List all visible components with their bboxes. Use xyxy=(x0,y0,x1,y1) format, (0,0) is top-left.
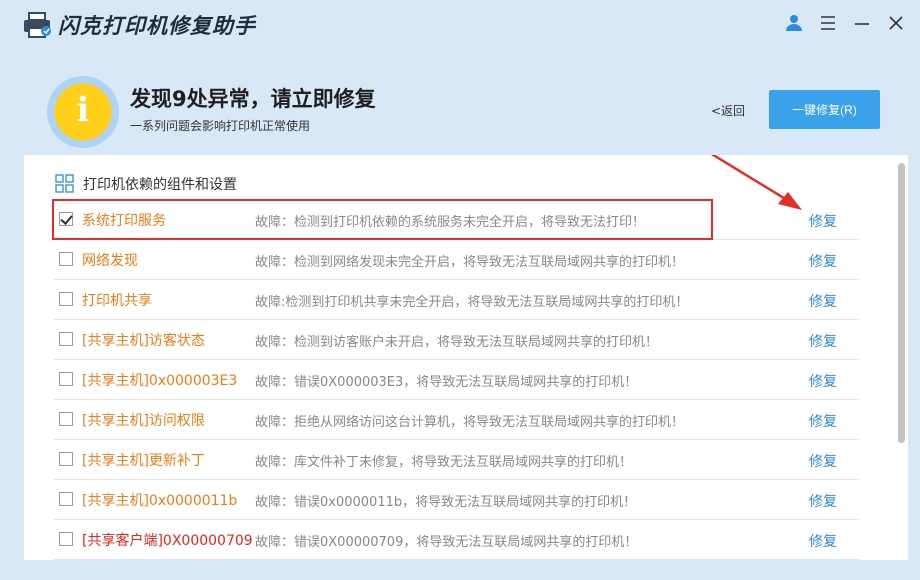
close-icon[interactable] xyxy=(885,12,907,34)
user-icon[interactable] xyxy=(783,12,805,34)
page-title: 发现9处异常，请立即修复 xyxy=(130,87,376,111)
printer-icon xyxy=(22,10,52,40)
back-link[interactable]: <返回 xyxy=(711,102,745,119)
menu-icon[interactable] xyxy=(817,12,839,34)
page-subtitle: 一系列问题会影响打印机正常使用 xyxy=(130,119,311,133)
scrollbar[interactable] xyxy=(898,163,905,443)
app-title: 闪克打印机修复助手 xyxy=(58,14,256,38)
issues-panel: 打印机依赖的组件和设置 系统打印服务 故障：检测到打印机依赖的系统服务未完全开启，… xyxy=(24,155,908,560)
fix-all-button[interactable]: 一键修复(R) xyxy=(769,90,880,129)
minimize-icon[interactable] xyxy=(851,12,873,34)
warning-info-icon: i xyxy=(47,76,119,148)
title-bar: 闪克打印机修复助手 xyxy=(0,0,920,50)
annotation-arrow-icon xyxy=(710,155,802,210)
